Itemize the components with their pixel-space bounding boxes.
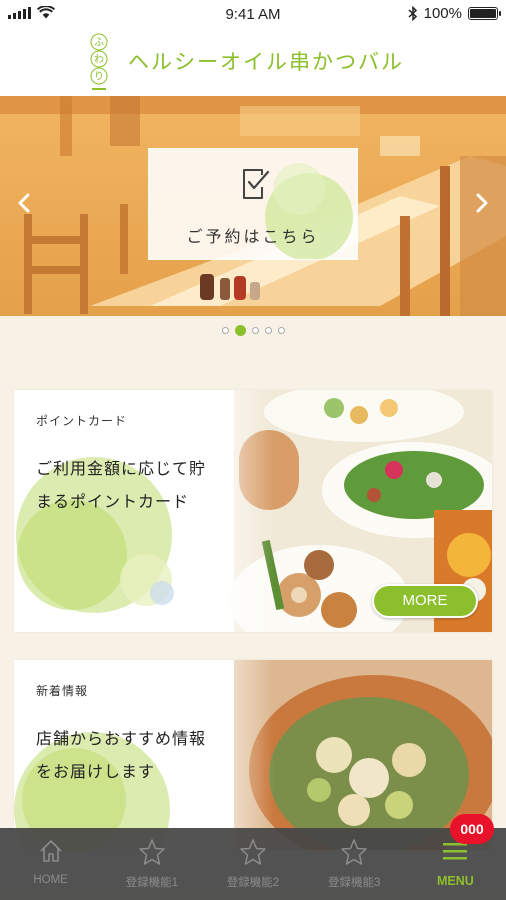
svg-text:わ: わ (94, 54, 104, 66)
tab-feature-3[interactable]: 登録機能3 (304, 828, 405, 900)
battery-icon (468, 7, 501, 20)
news-label: 新着情報 (36, 684, 89, 698)
tab-feature-2[interactable]: 登録機能2 (202, 828, 303, 900)
news-text-line1: 店舗からおすすめ情報 (36, 729, 207, 748)
tab-feature-3-label: 登録機能3 (328, 877, 381, 889)
svg-text:り: り (94, 71, 104, 83)
star-icon (139, 839, 165, 865)
battery-percent: 100% (423, 5, 462, 22)
slider-dot[interactable] (264, 327, 272, 334)
battery-fill (470, 9, 496, 18)
news-panel[interactable]: 新着情報 店舗からおすすめ情報 をお届けします (14, 660, 492, 850)
tab-feature-1-label: 登録機能1 (125, 877, 178, 889)
bluetooth-icon (408, 6, 417, 21)
tab-menu-label: MENU (437, 874, 474, 888)
status-bar: 9:41 AM 100% (0, 0, 506, 28)
tab-home-label: HOME (33, 874, 68, 886)
slider-pagination (0, 325, 506, 336)
slider-dot[interactable] (251, 327, 259, 334)
bottom-tab-bar: HOME 登録機能1 登録機能2 登録機能3 MENU (0, 828, 506, 900)
tab-feature-2-label: 登録機能2 (226, 877, 280, 889)
news-text-line2: をお届けします (36, 762, 156, 781)
slider-dot[interactable] (234, 325, 246, 336)
more-button[interactable]: MORE (372, 584, 478, 618)
point-card-panel[interactable]: ポイントカード ご利用金額に応じて貯 まるポイントカード MORE (14, 390, 492, 632)
tab-home[interactable]: HOME (0, 828, 101, 900)
prev-slide-arrow-icon[interactable] (12, 190, 38, 216)
checklist-icon (243, 169, 270, 199)
app-header: ふ わ り ヘルシーオイル串かつバル (0, 28, 506, 96)
star-icon (240, 839, 266, 865)
star-icon (341, 839, 367, 865)
hero-slider[interactable]: ご予約はこちら (0, 96, 506, 316)
slider-dot[interactable] (221, 327, 229, 334)
next-slide-arrow-icon[interactable] (468, 190, 494, 216)
status-right: 100% (408, 5, 501, 22)
home-icon (40, 840, 62, 862)
logo-mark: ふ わ り (90, 33, 108, 90)
reservation-label: ご予約はこちら (186, 227, 320, 246)
notification-badge: 000 (450, 814, 494, 844)
point-card-text-line1: ご利用金額に応じて貯 (36, 459, 207, 478)
svg-text:ふ: ふ (94, 37, 104, 49)
header-title: ヘルシーオイル串かつバル (128, 50, 404, 74)
reservation-button[interactable]: ご予約はこちら (148, 148, 358, 260)
point-card-text-line2: まるポイントカード (36, 492, 190, 511)
point-card-label: ポイントカード (36, 414, 128, 428)
tab-feature-1[interactable]: 登録機能1 (101, 828, 202, 900)
slider-dot[interactable] (277, 327, 285, 334)
